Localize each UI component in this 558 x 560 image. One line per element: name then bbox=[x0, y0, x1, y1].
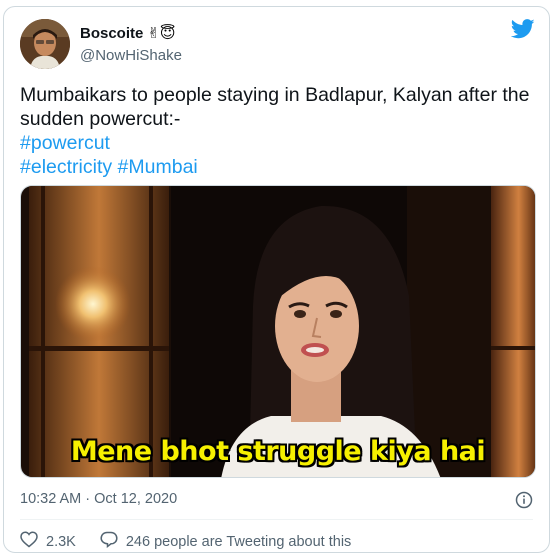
divider bbox=[20, 519, 533, 520]
tweet-media-image[interactable]: Mene bhot struggle kiya hai bbox=[20, 185, 536, 478]
tweet-timestamp[interactable]: 10:32 AM · Oct 12, 2020 bbox=[20, 491, 177, 507]
twitter-bird-icon[interactable] bbox=[510, 19, 535, 44]
meme-caption: Mene bhot struggle kiya hai bbox=[70, 436, 486, 467]
hashtag-link[interactable]: #electricity bbox=[20, 156, 112, 178]
tweet-line: Mumbaikars to people staying in Badlapur… bbox=[20, 84, 530, 106]
tweet-line: sudden powercut:- bbox=[20, 108, 181, 130]
conversation-button[interactable]: 246 people are Tweeting about this bbox=[100, 531, 351, 552]
heart-icon bbox=[20, 531, 38, 552]
author-handle[interactable]: @NowHiShake bbox=[80, 47, 182, 64]
hashtag-link[interactable]: #Mumbai bbox=[118, 156, 198, 178]
info-icon[interactable] bbox=[515, 491, 533, 513]
conversation-text: 246 people are Tweeting about this bbox=[125, 533, 352, 550]
tweet-card: Boscoite ✌😇 @NowHiShake Mumbaikars to pe… bbox=[3, 6, 550, 553]
author-display-name[interactable]: Boscoite bbox=[80, 25, 143, 42]
like-button[interactable]: 2.3K bbox=[20, 531, 76, 552]
like-count: 2.3K bbox=[46, 533, 76, 550]
tweet-text: Mumbaikars to people staying in Badlapur… bbox=[20, 83, 540, 179]
avatar[interactable] bbox=[20, 19, 70, 69]
author-name-emojis: ✌😇 bbox=[147, 25, 176, 42]
speech-bubble-icon bbox=[100, 531, 118, 552]
hashtag-link[interactable]: #powercut bbox=[20, 132, 110, 154]
